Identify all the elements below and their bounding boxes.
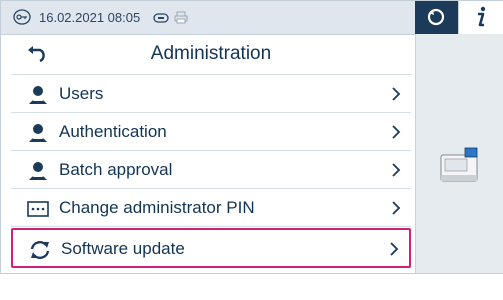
info-icon: [478, 6, 486, 27]
user-icon: [29, 162, 47, 180]
chevron-right-icon: [392, 163, 401, 177]
chevron-right-icon: [390, 242, 399, 256]
chevron-right-icon: [392, 125, 401, 139]
key-icon: [13, 9, 31, 25]
page-title: Administration: [150, 43, 272, 64]
menu-item-change-admin-pin[interactable]: Change administrator PIN: [11, 189, 411, 227]
menu-item-software-update[interactable]: Software update: [11, 228, 411, 268]
menu-item-authentication[interactable]: Authentication: [11, 113, 411, 151]
pin-icon: [27, 201, 49, 217]
refresh-icon: [427, 8, 445, 26]
update-icon: [30, 241, 50, 259]
admin-menu: Administration Users Authentication Batc…: [1, 35, 415, 273]
menu-item-label: Batch approval: [59, 160, 173, 179]
user-icon: [29, 86, 47, 104]
printer-icon: [174, 11, 188, 24]
menu-header: Administration: [11, 35, 411, 75]
screen-frame: 16.02.2021 08:05 Administration Users Au…: [0, 0, 503, 274]
menu-item-batch-approval[interactable]: Batch approval: [11, 151, 411, 189]
status-bar: 16.02.2021 08:05: [1, 1, 415, 35]
menu-item-label: Users: [59, 84, 104, 103]
refresh-button[interactable]: [415, 1, 458, 34]
card-icon: [153, 13, 169, 23]
menu-item-users[interactable]: Users: [11, 75, 411, 113]
menu-item-label: Authentication: [59, 122, 167, 141]
info-button[interactable]: [458, 1, 503, 34]
status-datetime: 16.02.2021 08:05: [39, 10, 141, 25]
chevron-right-icon: [392, 201, 401, 215]
menu-item-label: Change administrator PIN: [59, 198, 255, 217]
side-panel: [415, 34, 503, 273]
device-icon: [440, 147, 478, 182]
menu-item-label: Software update: [61, 239, 185, 258]
user-icon: [29, 124, 47, 142]
chevron-right-icon: [392, 87, 401, 101]
